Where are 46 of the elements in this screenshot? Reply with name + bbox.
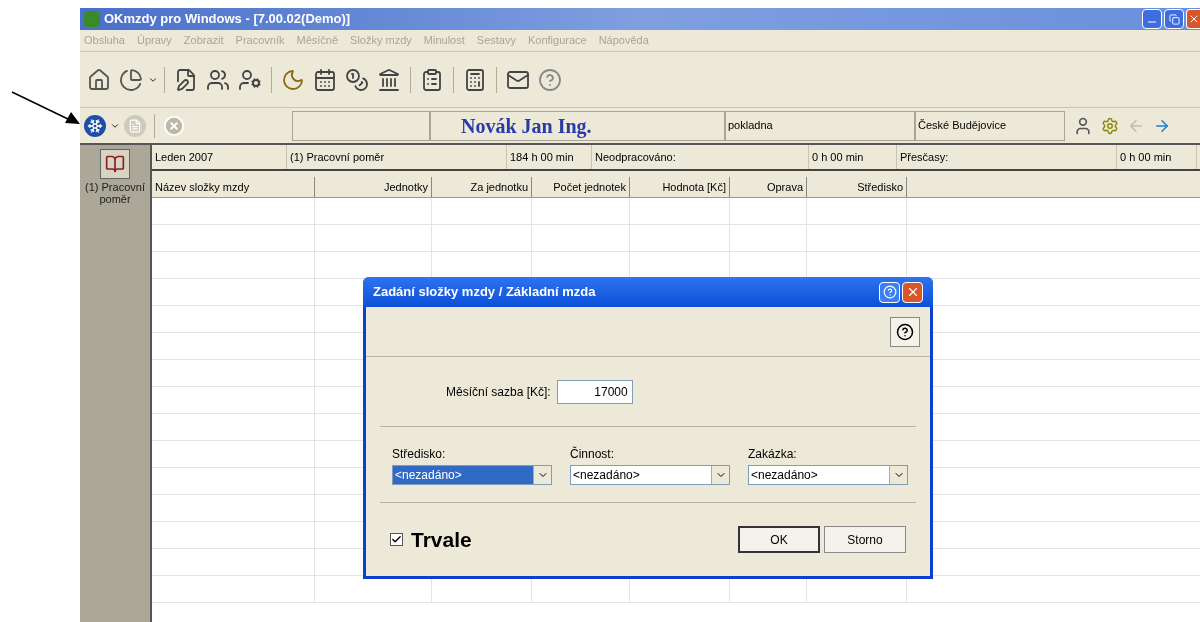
- info-cell: 0 h 00 min: [1117, 145, 1197, 169]
- book-icon: [105, 154, 125, 174]
- dropdown[interactable]: <nezadáno>: [392, 464, 552, 485]
- window-title: OKmzdy pro Windows - [7.00.02(Demo)]: [104, 10, 352, 29]
- person-list-icon[interactable]: [1073, 115, 1093, 136]
- location-field: České Budějovice: [915, 110, 1065, 141]
- sidebar-item[interactable]: (1) Pracovní poměr: [85, 149, 145, 205]
- dialog-title: Zadání složky mzdy / Základní mzda: [373, 283, 597, 302]
- help-icon: [896, 322, 914, 341]
- gear-icon[interactable]: [1101, 116, 1119, 135]
- column-header[interactable]: Název složky mzdy: [152, 177, 315, 197]
- info-cell: Leden 2007: [152, 145, 287, 169]
- column-header[interactable]: Oprava: [730, 177, 807, 197]
- dialog-button[interactable]: OK: [738, 526, 820, 553]
- info-cell: 184 h 00 min: [507, 145, 592, 169]
- app-icon: [84, 11, 100, 27]
- snowflake-icon[interactable]: [84, 114, 106, 137]
- column-header[interactable]: Za jednotku: [432, 177, 532, 197]
- dropdown[interactable]: <nezadáno>: [748, 464, 908, 485]
- column-header[interactable]: Počet jednotek: [532, 177, 630, 197]
- help-icon: [882, 285, 897, 299]
- info-cell: (1) Pracovní poměr: [287, 145, 507, 169]
- column-header[interactable]: Hodnota [Kč]: [630, 177, 730, 197]
- minimize-button[interactable]: [1142, 9, 1162, 29]
- employee-name: Novák Jan Ing.: [430, 110, 725, 141]
- close-button[interactable]: [1186, 9, 1200, 29]
- info-cell: 0 h 00 min: [809, 145, 897, 169]
- rate-field[interactable]: 17000: [556, 379, 633, 404]
- checkbox[interactable]: [390, 533, 403, 546]
- close-button[interactable]: [902, 281, 923, 303]
- dropdown-label: Činnost:: [570, 445, 616, 463]
- dialog-button[interactable]: Storno: [824, 526, 906, 553]
- info-cell: Neodpracováno:: [592, 145, 809, 169]
- restore-icon: [1168, 13, 1180, 25]
- pointer-arrow: [10, 90, 82, 126]
- column-header[interactable]: Jednotky: [315, 177, 432, 197]
- restore-button[interactable]: [1164, 9, 1184, 29]
- info-cell: Přesčasy:: [897, 145, 1117, 169]
- column-header[interactable]: Středisko: [807, 177, 907, 197]
- dropdown-label: Středisko:: [392, 445, 447, 463]
- dropdown-label: Zakázka:: [748, 445, 798, 463]
- help-button[interactable]: [890, 316, 920, 347]
- dropdown[interactable]: <nezadáno>: [570, 464, 730, 485]
- checkbox-label: Trvale: [411, 526, 473, 553]
- department-field: pokladna: [725, 110, 915, 141]
- rate-label: Měsíční sazba [Kč]:: [446, 383, 551, 401]
